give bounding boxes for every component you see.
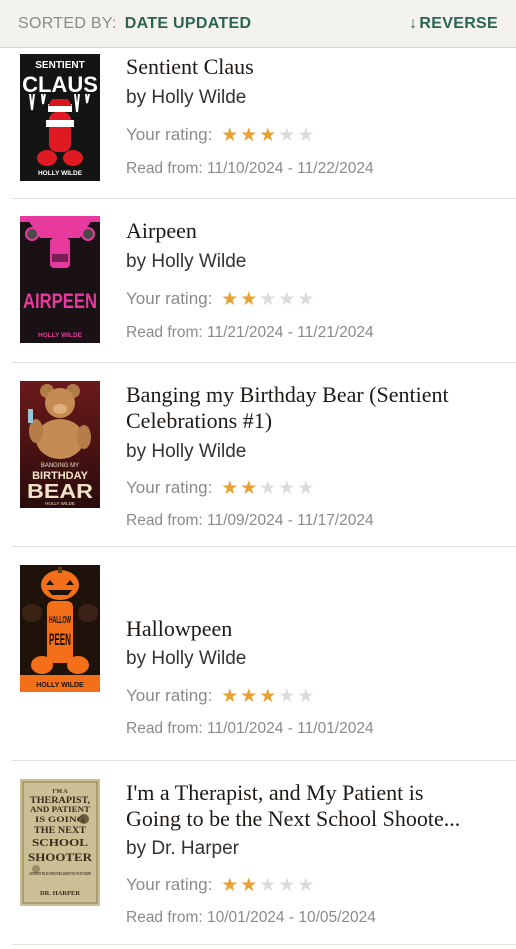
cover-text: THERAPIST, [30,795,90,805]
star-icon[interactable]: ★ [220,876,239,895]
star-icon[interactable]: ★ [239,876,258,895]
book-title-line: Celebrations #1) [126,408,273,433]
star-icon[interactable]: ★ [296,126,315,145]
star-rating[interactable]: ★ ★ ★ ★ ★ [220,876,315,895]
star-icon[interactable]: ★ [239,126,258,145]
book-cover[interactable]: I'M A THERAPIST, AND PATIENT IS GOING TH… [20,779,100,906]
star-rating[interactable]: ★ ★ ★ ★ ★ [220,479,315,498]
rating-label: Your rating: [126,125,213,144]
star-icon[interactable]: ★ [220,687,239,706]
book-title[interactable]: Hallowpeen [126,616,502,642]
rating-label: Your rating: [126,686,213,705]
read-dates: Read from: 11/21/2024 - 11/21/2024 [126,324,374,341]
book-title-line: I'm a Therapist, and My Patient is [126,780,424,805]
cover-text: SHOOTER [28,850,92,864]
star-icon[interactable]: ★ [258,876,277,895]
divider [12,944,516,945]
book-title-line: Banging my Birthday Bear (Sentient [126,382,449,407]
star-icon[interactable]: ★ [296,290,315,309]
cover-title-line: HALLOW [49,615,71,626]
cover-author: HOLLY WILDE [38,170,83,177]
star-icon[interactable]: ★ [277,687,296,706]
sorted-by-label: SORTED BY: [18,14,117,32]
book-item[interactable]: SENTIENT CLAUS HOLLY WILDE Sentient Clau… [0,49,516,199]
star-icon[interactable]: ★ [220,290,239,309]
cover-tagline: A PATIENT FILES THAT WILL KEEP YOU UP AT… [29,872,91,876]
star-icon[interactable]: ★ [258,126,277,145]
reverse-label: REVERSE [419,14,498,32]
reverse-button[interactable]: ↓ REVERSE [409,15,498,33]
star-rating[interactable]: ★ ★ ★ ★ ★ [220,126,315,145]
rating-label: Your rating: [126,875,213,894]
book-item[interactable]: BANGING MY BIRTHDAY BEAR HOLLY WILDE Ban… [0,363,516,547]
star-icon[interactable]: ★ [277,876,296,895]
book-item[interactable]: HALLOW PEEN HOLLY WILDE Hallowpeen by Ho… [0,547,516,761]
star-icon[interactable]: ★ [258,479,277,498]
star-icon[interactable]: ★ [258,687,277,706]
book-title[interactable]: Banging my Birthday Bear (Sentient Celeb… [126,382,502,434]
book-item[interactable]: I'M A THERAPIST, AND PATIENT IS GOING TH… [0,761,516,949]
star-rating[interactable]: ★ ★ ★ ★ ★ [220,290,315,309]
rating-label: Your rating: [126,289,213,308]
star-icon[interactable]: ★ [277,479,296,498]
read-dates: Read from: 11/09/2024 - 11/17/2024 [126,512,374,529]
read-dates: Read from: 11/01/2024 - 11/01/2024 [126,720,374,737]
cover-text: AND PATIENT [30,805,91,814]
book-item[interactable]: AIRPEEN HOLLY WILDE Airpeen by Holly Wil… [0,199,516,363]
cover-title: CLAUS [22,72,98,97]
book-author[interactable]: by Holly Wilde [126,648,246,670]
book-cover[interactable]: SENTIENT CLAUS HOLLY WILDE [20,54,100,181]
book-cover[interactable]: BANGING MY BIRTHDAY BEAR HOLLY WILDE [20,381,100,508]
rating-label: Your rating: [126,478,213,497]
rating-row: Your rating: ★ ★ ★ ★ ★ [126,289,315,309]
cover-author: HOLLY WILDE [45,501,75,506]
star-icon[interactable]: ★ [296,479,315,498]
star-rating[interactable]: ★ ★ ★ ★ ★ [220,687,315,706]
book-title[interactable]: I'm a Therapist, and My Patient is Going… [126,780,502,832]
star-icon[interactable]: ★ [239,687,258,706]
cover-title: BEAR [27,481,94,503]
star-icon[interactable]: ★ [277,290,296,309]
star-icon[interactable]: ★ [296,876,315,895]
arrow-down-icon: ↓ [409,14,418,32]
cover-text: SCHOOL [32,837,88,849]
cover-author: HOLLY WILDE [36,682,84,689]
cover-title-top: SENTIENT [35,60,84,71]
star-icon[interactable]: ★ [220,479,239,498]
rating-row: Your rating: ★ ★ ★ ★ ★ [126,875,315,895]
rating-row: Your rating: ★ ★ ★ ★ ★ [126,686,315,706]
rating-row: Your rating: ★ ★ ★ ★ ★ [126,478,315,498]
book-title[interactable]: Sentient Claus [126,54,502,80]
star-icon[interactable]: ★ [258,290,277,309]
book-author[interactable]: by Holly Wilde [126,87,246,109]
cover-author: HOLLY WILDE [38,332,83,339]
star-icon[interactable]: ★ [277,126,296,145]
book-cover[interactable]: HALLOW PEEN HOLLY WILDE [20,565,100,692]
star-icon[interactable]: ★ [239,479,258,498]
star-icon[interactable]: ★ [296,687,315,706]
read-dates: Read from: 11/10/2024 - 11/22/2024 [126,160,374,177]
cover-text: THE NEXT [34,825,86,835]
star-icon[interactable]: ★ [239,290,258,309]
book-cover[interactable]: AIRPEEN HOLLY WILDE [20,216,100,343]
read-dates: Read from: 10/01/2024 - 10/05/2024 [126,909,376,926]
cover-small-text: BANGING MY [41,463,79,469]
rating-row: Your rating: ★ ★ ★ ★ ★ [126,125,315,145]
cover-title: AIRPEEN [23,290,97,313]
star-icon[interactable]: ★ [220,126,239,145]
book-author[interactable]: by Holly Wilde [126,441,246,463]
book-author[interactable]: by Holly Wilde [126,251,246,273]
sort-bar: SORTED BY: DATE UPDATED ↓ REVERSE [0,0,516,48]
cover-title-line: PEEN [49,630,71,649]
book-author[interactable]: by Dr. Harper [126,838,239,860]
book-title-line: Going to be the Next School Shoote... [126,806,461,831]
cover-text: IS GOING [35,815,85,824]
cover-author: DR. HARPER [40,890,80,897]
sort-option-button[interactable]: DATE UPDATED [125,15,252,33]
book-title[interactable]: Airpeen [126,218,502,244]
